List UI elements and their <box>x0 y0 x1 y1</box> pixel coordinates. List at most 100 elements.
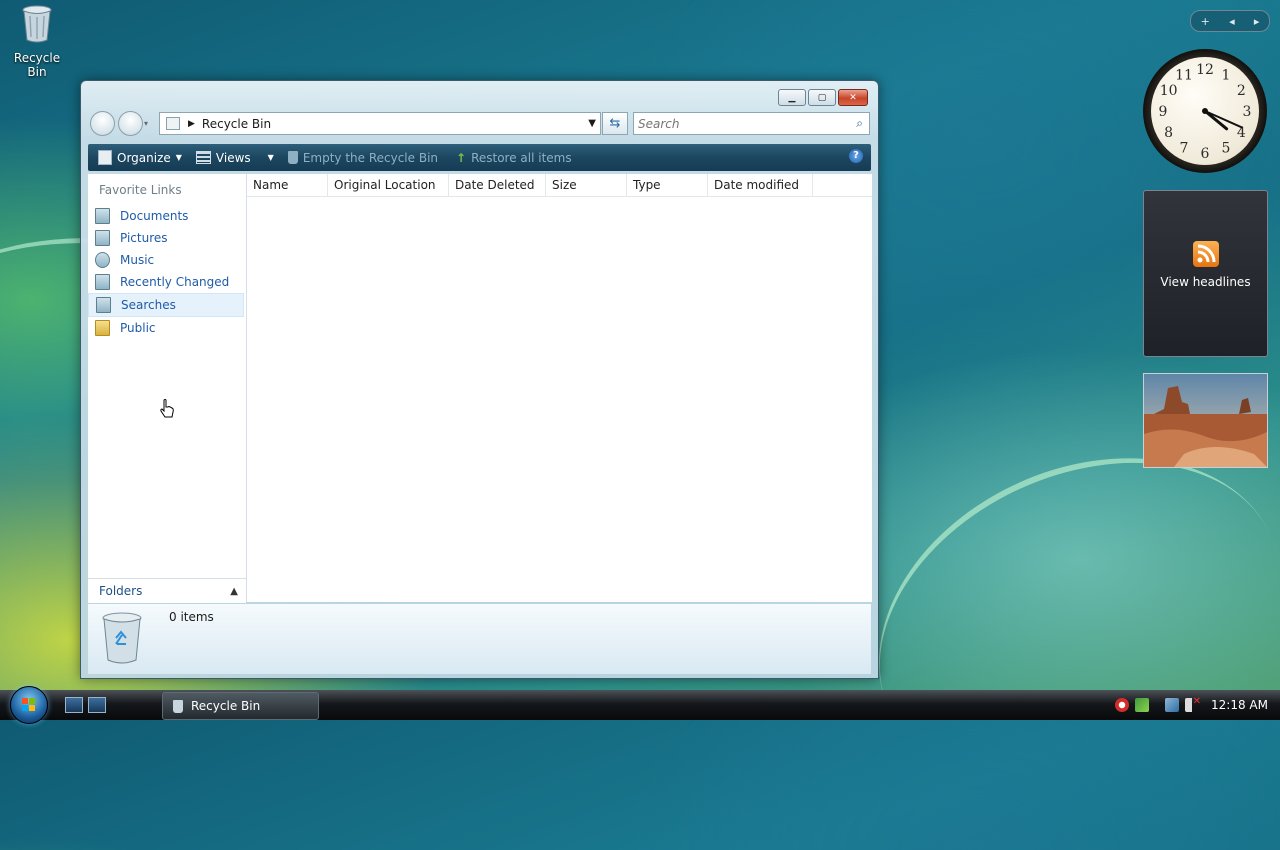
public-folder-icon <box>95 320 110 336</box>
column-size[interactable]: Size <box>546 174 627 196</box>
clock-face: 12 1 2 3 4 5 6 7 8 9 10 11 <box>1151 57 1259 165</box>
restore-all-items-button[interactable]: ↑ Restore all items <box>456 151 572 165</box>
music-icon <box>95 252 110 268</box>
organize-icon <box>98 150 112 165</box>
switch-windows-icon[interactable] <box>88 697 106 713</box>
restore-arrow-icon: ↑ <box>456 150 467 165</box>
taskbar: Recycle Bin ✕ 12:18 AM <box>0 686 1280 724</box>
add-gadget-button[interactable]: + <box>1201 15 1210 28</box>
recently-changed-icon <box>95 274 110 290</box>
view-headlines-label[interactable]: View headlines <box>1144 275 1267 289</box>
column-name[interactable]: Name <box>247 174 328 196</box>
sidebar-item-searches[interactable]: Searches <box>88 293 244 418</box>
slideshow-gadget[interactable] <box>1143 373 1268 468</box>
network-icon[interactable] <box>1135 698 1150 712</box>
clock-numeral: 1 <box>1222 68 1231 84</box>
clock-numeral: 2 <box>1237 83 1246 99</box>
volume-muted-icon[interactable]: ✕ <box>1185 696 1201 712</box>
views-label: Views <box>215 150 251 165</box>
feed-headlines-gadget[interactable]: View headlines <box>1143 190 1268 357</box>
recycle-bin-icon <box>102 612 142 664</box>
column-original-location[interactable]: Original Location <box>328 174 449 196</box>
column-date-modified[interactable]: Date modified <box>708 174 813 196</box>
clock-center <box>1202 108 1208 114</box>
navigation-pane: Favorite Links Documents Pictures Music … <box>88 174 247 602</box>
breadcrumb-arrow-icon[interactable]: ▶ <box>188 119 195 129</box>
window-controls: ▁ ▢ ✕ <box>778 89 868 106</box>
folder-icon <box>166 117 180 130</box>
notification-area: ✕ 12:18 AM <box>1115 690 1280 720</box>
chevron-up-icon: ▲ <box>230 585 238 597</box>
rss-icon <box>1192 241 1219 267</box>
address-bar[interactable]: ▶ Recycle Bin ▼ <box>159 112 601 135</box>
sidebar-item-documents[interactable]: Documents <box>88 205 246 227</box>
folders-label: Folders <box>99 584 143 598</box>
sidebar-controls: + ◂ ▸ <box>1190 10 1270 32</box>
search-box[interactable]: ⌕ <box>633 112 870 135</box>
back-button[interactable] <box>90 111 115 136</box>
clock-numeral: 12 <box>1196 62 1214 78</box>
next-page-icon[interactable]: ▸ <box>1254 15 1260 28</box>
search-icon[interactable]: ⌕ <box>856 116 863 131</box>
taskbar-button-label: Recycle Bin <box>191 699 261 713</box>
sidebar-item-label: Music <box>120 253 155 267</box>
clock-dial: 12 1234567891011 <box>1159 62 1252 162</box>
breadcrumb-recycle-bin[interactable]: Recycle Bin <box>202 117 271 131</box>
clock-numeral: 7 <box>1180 140 1189 156</box>
column-headers: Name Original Location Date Deleted Size… <box>247 174 872 197</box>
empty-recycle-bin-button[interactable]: Empty the Recycle Bin <box>287 150 439 165</box>
desktop-icon-label: Recycle Bin <box>13 51 61 79</box>
sidebar-item-public[interactable]: Public <box>88 317 246 339</box>
clock-numeral: 6 <box>1201 146 1210 162</box>
views-button[interactable]: Views ▼ <box>195 150 274 165</box>
organize-button[interactable]: Organize ▼ <box>98 150 182 165</box>
recycle-bin-icon <box>22 5 52 43</box>
address-dropdown-icon[interactable]: ▼ <box>588 118 596 129</box>
security-alert-icon[interactable] <box>1115 698 1130 712</box>
show-desktop-icon[interactable] <box>65 697 83 713</box>
clock-numeral: 10 <box>1160 83 1178 99</box>
column-date-deleted[interactable]: Date Deleted <box>449 174 546 196</box>
recycle-bin-icon <box>173 699 183 713</box>
previous-page-icon[interactable]: ◂ <box>1229 15 1235 28</box>
connection-icon[interactable] <box>1165 698 1180 712</box>
favorite-links-heading: Favorite Links <box>99 183 182 197</box>
views-icon <box>195 151 211 164</box>
details-pane: 0 items <box>88 604 871 674</box>
restore-all-items-label: Restore all items <box>471 150 572 165</box>
command-bar: Organize ▼ Views ▼ Empty the Recycle Bin… <box>88 144 871 171</box>
clock-numeral: 11 <box>1175 68 1193 84</box>
taskbar-button-recycle-bin[interactable]: Recycle Bin <box>162 692 319 720</box>
clock-numeral: 5 <box>1222 140 1231 156</box>
documents-icon <box>95 208 110 224</box>
clock-numeral: 3 <box>1243 104 1252 120</box>
folders-toggle[interactable]: Folders ▲ <box>88 578 246 603</box>
sidebar-item-label: Public <box>120 321 156 335</box>
refresh-button[interactable]: ⇆ <box>602 112 628 135</box>
clock-numeral: 9 <box>1159 104 1168 120</box>
sidebar-item-label: Searches <box>121 298 176 312</box>
sidebar-item-recently-changed[interactable]: Recently Changed <box>88 271 246 293</box>
column-type[interactable]: Type <box>627 174 708 196</box>
chevron-down-icon: ▼ <box>175 153 182 162</box>
close-button[interactable]: ✕ <box>838 89 868 106</box>
start-button[interactable] <box>10 686 48 724</box>
clock-gadget[interactable]: 12 1 2 3 4 5 6 7 8 9 10 11 <box>1143 49 1267 173</box>
minimize-button[interactable]: ▁ <box>778 89 806 106</box>
forward-button[interactable] <box>118 111 143 136</box>
recycle-bin-icon <box>287 151 298 164</box>
search-input[interactable] <box>634 115 840 132</box>
sidebar-item-label: Documents <box>120 209 189 223</box>
recent-pages-chevron-icon[interactable]: ▾ <box>144 119 148 128</box>
maximize-button[interactable]: ▢ <box>808 89 836 106</box>
help-icon[interactable]: ? <box>849 149 863 163</box>
desktop-recycle-bin[interactable]: Recycle Bin <box>4 2 70 79</box>
hand-cursor-icon <box>160 399 174 418</box>
sidebar-item-label: Recently Changed <box>120 275 230 289</box>
system-clock[interactable]: 12:18 AM <box>1211 698 1268 712</box>
clock-numeral: 8 <box>1164 125 1173 141</box>
sidebar-item-music[interactable]: Music <box>88 249 246 271</box>
sidebar-item-label: Pictures <box>120 231 168 245</box>
sidebar-item-pictures[interactable]: Pictures <box>88 227 246 249</box>
empty-recycle-bin-label: Empty the Recycle Bin <box>302 150 439 165</box>
